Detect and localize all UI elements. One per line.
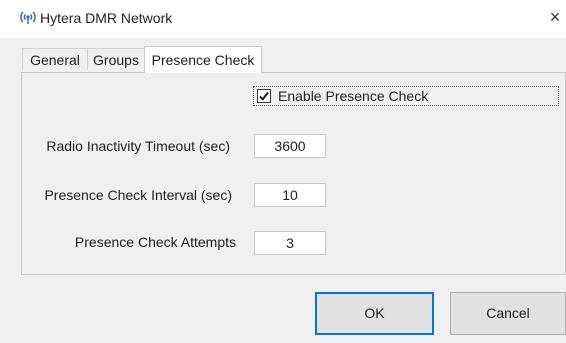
tab-presence-check[interactable]: Presence Check (144, 46, 262, 73)
checkbox-box[interactable] (257, 89, 271, 103)
ok-button[interactable]: OK (315, 292, 434, 335)
close-button[interactable]: × (544, 4, 566, 30)
radio-inactivity-timeout-label: Radio Inactivity Timeout (sec) (46, 138, 230, 154)
presence-check-attempts-label: Presence Check Attempts (74, 234, 236, 250)
radio-tower-icon (20, 9, 36, 25)
checkmark-icon (259, 91, 269, 101)
enable-presence-check-label: Enable Presence Check (278, 88, 429, 104)
enable-presence-check-checkbox[interactable]: Enable Presence Check (253, 86, 559, 106)
presence-check-interval-label: Presence Check Interval (sec) (44, 187, 232, 203)
tab-general[interactable]: General (22, 48, 88, 70)
title-bar: Hytera DMR Network × (0, 0, 566, 38)
presence-check-interval-input[interactable] (254, 183, 326, 207)
cancel-button[interactable]: Cancel (450, 292, 566, 335)
window-title: Hytera DMR Network (40, 10, 173, 26)
radio-inactivity-timeout-input[interactable] (254, 134, 326, 158)
presence-check-attempts-input[interactable] (254, 231, 326, 255)
tab-groups[interactable]: Groups (87, 48, 145, 70)
